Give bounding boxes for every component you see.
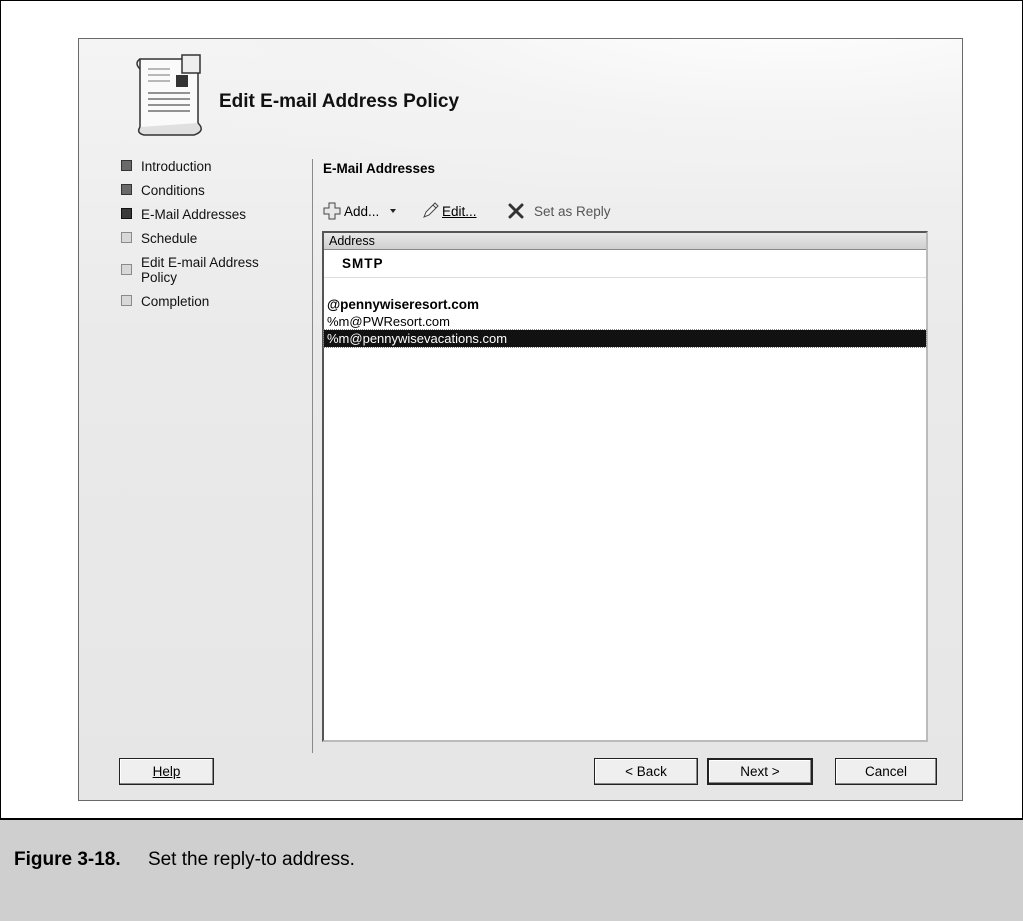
section-title: E-Mail Addresses: [323, 161, 436, 176]
nav-item-label: Schedule: [141, 231, 198, 246]
group-divider: [324, 277, 926, 278]
nav-item-email-addresses: E-Mail Addresses: [121, 207, 311, 222]
wizard-dialog: Edit E-mail Address Policy Introduction …: [78, 38, 963, 801]
nav-item-edit-policy: Edit E-mail Address Policy: [121, 255, 291, 285]
nav-item-label: E-Mail Addresses: [141, 207, 247, 222]
step-done-icon: [121, 160, 132, 171]
add-label: Add...: [344, 203, 380, 219]
list-item[interactable]: @pennywiseresort.com: [324, 296, 926, 313]
set-as-reply-label: Set as Reply: [534, 203, 611, 219]
help-button[interactable]: Help: [119, 758, 214, 785]
add-icon: [323, 202, 341, 220]
dialog-title: Edit E-mail Address Policy: [219, 91, 460, 112]
figure-number: Figure 3-18.: [14, 849, 121, 870]
list-item-selected[interactable]: %m@pennywisevacations.com: [323, 329, 927, 348]
step-current-icon: [121, 208, 132, 219]
nav-item-conditions: Conditions: [121, 183, 311, 198]
scroll-document-icon: [136, 54, 202, 136]
set-as-reply-button[interactable]: Set as Reply: [507, 202, 611, 220]
cancel-button[interactable]: Cancel: [835, 758, 937, 785]
list-item[interactable]: %m@PWResort.com: [324, 313, 926, 330]
help-label: Help: [152, 764, 181, 779]
group-header-smtp: SMTP: [342, 256, 384, 271]
next-button[interactable]: Next >: [707, 758, 813, 785]
wizard-steps: Introduction Conditions E-Mail Addresses…: [121, 159, 311, 318]
delete-x-icon: [508, 203, 524, 219]
caption-text-line: Figure 3-18. Set the reply-to address.: [14, 849, 355, 871]
next-label: Next >: [740, 764, 780, 779]
step-pending-icon: [121, 264, 132, 275]
address-list[interactable]: Address SMTP @pennywiseresort.com %m@PWR…: [322, 231, 928, 742]
address-toolbar: Add... Edit... Set as Reply: [323, 202, 943, 222]
nav-item-label: Introduction: [141, 159, 212, 174]
cancel-label: Cancel: [864, 764, 908, 779]
step-pending-icon: [121, 295, 132, 306]
back-button[interactable]: < Back: [594, 758, 698, 785]
pencil-icon: [423, 202, 439, 218]
figure-description: Set the reply-to address.: [147, 849, 355, 870]
nav-item-introduction: Introduction: [121, 159, 311, 174]
nav-item-schedule: Schedule: [121, 231, 311, 246]
nav-item-completion: Completion: [121, 294, 311, 309]
vertical-separator: [312, 159, 313, 753]
figure-caption: Figure 3-18. Set the reply-to address.: [0, 818, 1023, 921]
nav-item-label: Conditions: [141, 183, 205, 198]
edit-label: Edit...: [442, 203, 477, 219]
step-done-icon: [121, 184, 132, 195]
nav-item-label: Edit E-mail Address Policy: [141, 255, 259, 285]
nav-item-label: Completion: [141, 294, 210, 309]
step-pending-icon: [121, 232, 132, 243]
dropdown-arrow-icon[interactable]: [386, 206, 400, 216]
column-header-address[interactable]: Address: [324, 233, 926, 250]
edit-button[interactable]: Edit...: [421, 202, 477, 220]
back-label: < Back: [625, 764, 667, 779]
add-button[interactable]: Add...: [323, 202, 400, 220]
